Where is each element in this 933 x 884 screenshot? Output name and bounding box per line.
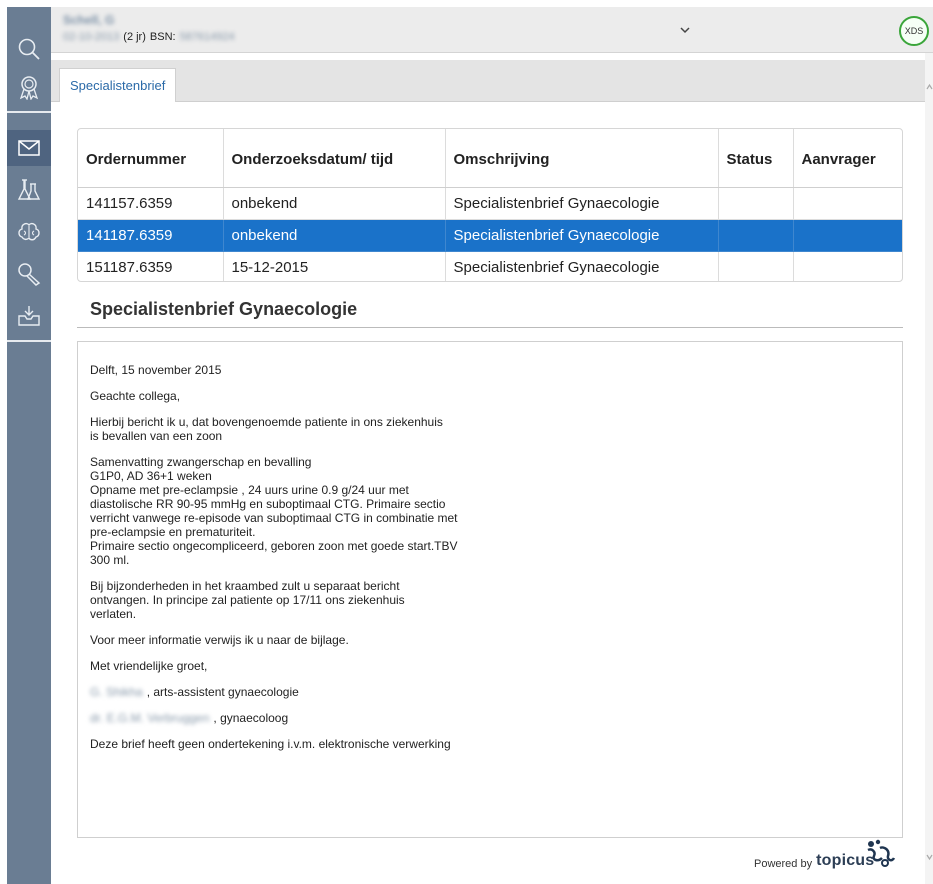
powered-by-label: Powered by [754,858,813,870]
signature-name: dr. E.G.M. Verbruggen [90,711,210,725]
letter-paragraph: Geachte collega, [90,389,181,403]
cell-aanvrager [793,187,902,220]
signature-name: G. Shikha [90,685,143,699]
title-divider [77,327,903,328]
ribbon-icon [19,76,39,100]
column-header[interactable]: Omschrijving [445,129,719,188]
letter-body: Delft, 15 november 2015 Geachte collega,… [77,341,903,838]
lab-button[interactable] [7,172,51,208]
patient-age: (2 jr) [123,31,146,43]
search-doc-icon [18,263,41,286]
table-row[interactable]: 151187.6359 15-12-2015 Specialistenbrief… [78,251,902,281]
patient-header: Schell, G 02-10-2013 (2 jr) BSN: 5876149… [51,7,933,53]
letter-paragraph: Met vriendelijke groet, [90,659,208,673]
letter-paragraph: Bij bijzonderheden in het kraambed zult … [90,579,405,621]
scrollbar[interactable] [925,53,933,884]
mail-button[interactable] [7,130,51,166]
search-doc-button[interactable] [7,256,51,292]
tab-specialistenbrief[interactable]: Specialistenbrief [59,68,177,102]
chevron-down-icon[interactable] [926,852,933,862]
cell-ordernummer: 141187.6359 [78,219,224,252]
cell-datum: onbekend [223,187,446,220]
cell-status [718,251,794,281]
search-icon [18,38,40,60]
topicus-logo-icon [867,839,896,867]
column-header[interactable]: Ordernummer [78,129,224,188]
patient-name: Schell, G [63,13,115,27]
table-row[interactable]: 141157.6359 onbekend Specialistenbrief G… [78,187,902,220]
sidebar-divider [7,111,51,113]
letter-paragraph: Delft, 15 november 2015 [90,363,222,377]
signature-line: G. Shikha, arts-assistent gynaecologie [90,685,890,699]
signature-role: , arts-assistent gynaecologie [146,685,299,699]
patient-dob: 02-10-2013 [63,31,120,43]
signature-role: , gynaecoloog [213,711,289,725]
cell-datum: 15-12-2015 [223,251,446,281]
cell-omschrijving: Specialistenbrief Gynaecologie [445,187,719,220]
cell-ordernummer: 141157.6359 [78,187,224,220]
letter-title: Specialistenbrief Gynaecologie [90,299,358,319]
column-header[interactable]: Onderzoeksdatum/ tijd [223,129,446,188]
table-row-selected[interactable]: 141187.6359 onbekend Specialistenbrief G… [78,219,902,252]
letter-paragraph: Voor meer informatie verwijs ik u naar d… [90,633,349,647]
cell-aanvrager [793,219,902,252]
column-header[interactable]: Aanvrager [793,129,902,188]
tab-strip: Specialistenbrief [51,60,925,102]
left-sidebar [7,7,51,884]
xds-button[interactable]: XDS [899,16,929,46]
inbox-icon [18,306,40,326]
column-header[interactable]: Status [718,129,794,188]
brain-icon [18,222,40,241]
letter-closing: Deze brief heeft geen ondertekening i.v.… [90,737,451,751]
ribbon-button[interactable] [7,69,51,105]
powered-by: Powered by topicus [754,852,874,870]
cell-omschrijving: Specialistenbrief Gynaecologie [445,219,719,252]
cell-ordernummer: 151187.6359 [78,251,224,281]
letter-paragraph: Hierbij bericht ik u, dat bovengenoemde … [90,415,443,443]
cell-status [718,187,794,220]
cell-aanvrager [793,251,902,281]
chevron-up-icon[interactable] [926,82,933,92]
search-button[interactable] [7,31,51,67]
inbox-button[interactable] [7,298,51,334]
signature-line: dr. E.G.M. Verbruggen, gynaecoloog [90,711,890,725]
cell-datum: onbekend [223,219,446,252]
sidebar-divider [7,340,51,342]
patient-info-line: 02-10-2013 (2 jr) BSN: 587614924 [63,31,235,43]
chevron-down-icon[interactable] [678,23,692,37]
lab-flask-icon [17,179,41,200]
bsn-label: BSN: [149,31,176,43]
cell-status [718,219,794,252]
cell-omschrijving: Specialistenbrief Gynaecologie [445,251,719,281]
mail-icon [18,140,40,156]
orders-table: Ordernummer Onderzoeksdatum/ tijd Omschr… [77,128,903,282]
patient-bsn: 587614924 [179,31,235,43]
brain-button[interactable] [7,214,51,250]
letter-paragraph: Samenvatting zwangerschap en bevalling G… [90,455,458,567]
table-header-row: Ordernummer Onderzoeksdatum/ tijd Omschr… [78,129,902,188]
